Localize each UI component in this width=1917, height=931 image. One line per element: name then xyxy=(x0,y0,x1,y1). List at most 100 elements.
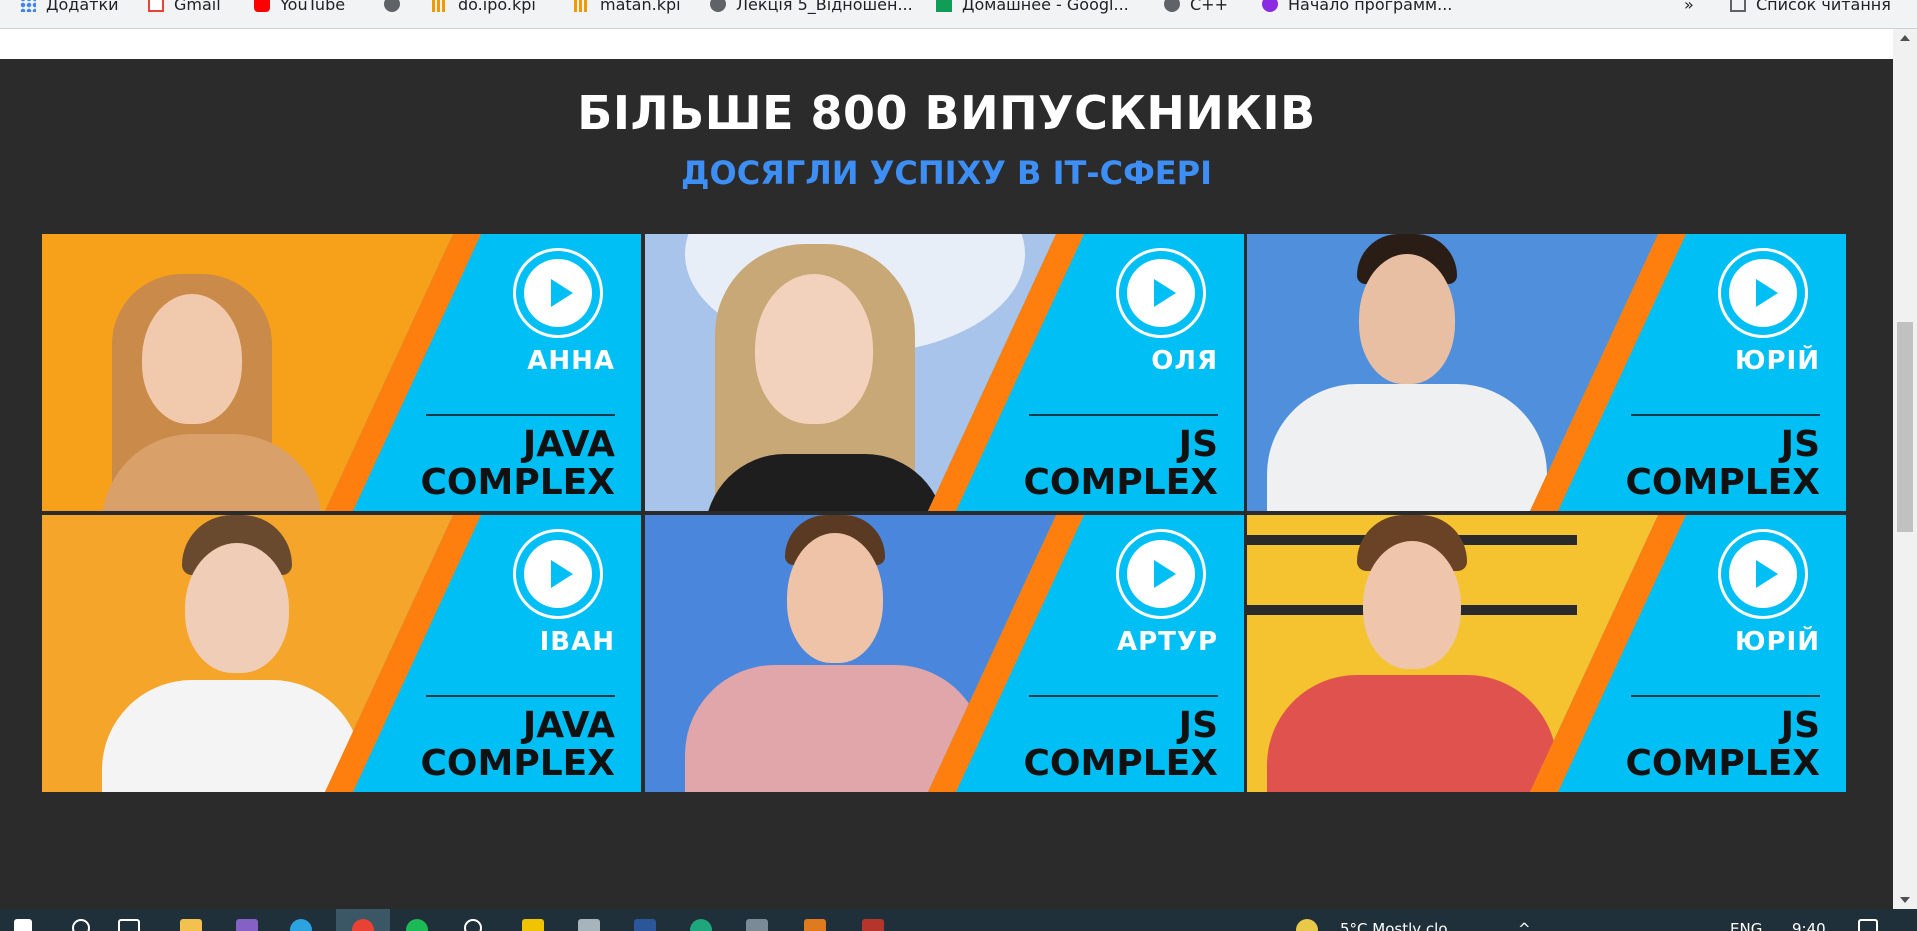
purple-circle-icon xyxy=(1262,0,1278,12)
course-line-1: JS xyxy=(1780,424,1820,465)
search-icon[interactable] xyxy=(72,919,90,931)
course-line-2: COMPLEX xyxy=(1023,743,1218,784)
divider-line xyxy=(426,695,615,697)
play-icon xyxy=(1756,560,1778,588)
notes-icon[interactable] xyxy=(522,919,544,931)
youtube-icon xyxy=(254,0,270,12)
graduate-course: JAVA COMPLEX xyxy=(420,426,615,502)
play-video-button[interactable] xyxy=(1718,248,1808,338)
face xyxy=(755,274,873,424)
windows-taskbar: 5°C Mostly clo ^ ENG 9:40 xyxy=(0,909,1917,931)
language-indicator[interactable]: ENG xyxy=(1730,920,1762,931)
scroll-down-arrow-icon[interactable] xyxy=(1900,897,1910,903)
globe-icon xyxy=(384,0,400,12)
bookmarks-bar: Додатки Gmail YouTube do.ipo.kpi matan.k… xyxy=(0,0,1917,29)
word-icon[interactable] xyxy=(634,919,656,931)
graduate-course: JAVA COMPLEX xyxy=(420,707,615,783)
play-video-button[interactable] xyxy=(513,529,603,619)
course-line-2: COMPLEX xyxy=(420,462,615,503)
bookmark-lecture[interactable]: Лекція 5_Відношен... xyxy=(710,0,913,16)
apps-grid-icon xyxy=(20,0,36,12)
course-line-1: JS xyxy=(1178,424,1218,465)
bookmark-label: matan.kpi xyxy=(600,0,681,14)
scrollbar-thumb[interactable] xyxy=(1897,322,1913,532)
torso xyxy=(1267,384,1547,511)
play-video-button[interactable] xyxy=(1116,248,1206,338)
bookmark-label: C++ xyxy=(1190,0,1228,14)
vertical-scrollbar[interactable] xyxy=(1893,29,1917,909)
bookmark-matan-kpi[interactable]: matan.kpi xyxy=(574,0,681,16)
divider-line xyxy=(426,414,615,416)
tray-chevron-icon[interactable]: ^ xyxy=(1518,920,1531,931)
play-icon xyxy=(1154,279,1176,307)
bookmark-label: Лекція 5_Відношен... xyxy=(736,0,913,14)
graduate-course: JS COMPLEX xyxy=(1625,426,1820,502)
play-video-button[interactable] xyxy=(513,248,603,338)
weather-text[interactable]: 5°C Mostly clo xyxy=(1340,920,1448,931)
play-video-button[interactable] xyxy=(1116,529,1206,619)
graduate-card[interactable]: АРТУР JS COMPLEX xyxy=(645,515,1244,792)
graduate-name: ОЛЯ xyxy=(1151,346,1218,376)
windows-start-icon[interactable] xyxy=(14,919,32,931)
course-line-2: COMPLEX xyxy=(1023,462,1218,503)
bookmark-cpp[interactable]: C++ xyxy=(1164,0,1228,16)
telegram-icon[interactable] xyxy=(290,919,312,931)
app-m-icon[interactable] xyxy=(746,919,768,931)
section-title: БІЛЬШЕ 800 ВИПУСКНИКІВ xyxy=(577,86,1316,140)
edge-icon[interactable] xyxy=(690,919,712,931)
reading-list-button[interactable]: Список читання xyxy=(1730,0,1891,16)
graduate-name: АРТУР xyxy=(1116,627,1218,657)
gmail-icon xyxy=(148,0,164,12)
bookmark-youtube[interactable]: YouTube xyxy=(254,0,345,16)
graduate-card[interactable]: ЮРІЙ JS COMPLEX xyxy=(1247,515,1846,792)
bookmark-do-ipo-kpi[interactable]: do.ipo.kpi xyxy=(432,0,536,16)
play-icon xyxy=(1756,279,1778,307)
face xyxy=(787,533,883,663)
bookmark-label: YouTube xyxy=(280,0,346,14)
app-icon[interactable] xyxy=(578,919,600,931)
course-line-1: JS xyxy=(1780,705,1820,746)
course-line-1: JAVA xyxy=(522,424,615,465)
bookmark-label: do.ipo.kpi xyxy=(458,0,536,14)
divider-line xyxy=(1029,414,1218,416)
graduates-grid: АННА JAVA COMPLEX ОЛЯ JS COMPLEX ЮРІЙ JS… xyxy=(42,234,1846,794)
winrar-icon[interactable] xyxy=(862,919,884,931)
bookmark-apps[interactable]: Додатки xyxy=(20,0,119,16)
face xyxy=(1363,541,1461,669)
settings-gear-icon[interactable] xyxy=(464,919,482,931)
course-line-1: JAVA xyxy=(522,705,615,746)
bookmark-programming[interactable]: Начало программ... xyxy=(1262,0,1452,16)
graduate-course: JS COMPLEX xyxy=(1023,707,1218,783)
graduate-card[interactable]: АННА JAVA COMPLEX xyxy=(42,234,641,511)
play-icon xyxy=(551,279,573,307)
file-explorer-icon[interactable] xyxy=(180,919,202,931)
visual-studio-icon[interactable] xyxy=(236,919,258,931)
graduate-card[interactable]: ІВАН JAVA COMPLEX xyxy=(42,515,641,792)
overflow-chevron: » xyxy=(1684,0,1694,14)
cpp-icon xyxy=(1164,0,1180,12)
face xyxy=(1359,254,1455,384)
play-video-button[interactable] xyxy=(1718,529,1808,619)
bookmark-gmail[interactable]: Gmail xyxy=(148,0,221,16)
course-line-2: COMPLEX xyxy=(1625,743,1820,784)
graduate-card[interactable]: ОЛЯ JS COMPLEX xyxy=(645,234,1244,511)
torso xyxy=(102,680,362,792)
spotify-icon[interactable] xyxy=(406,919,428,931)
bookmark-label: Начало программ... xyxy=(1288,0,1453,14)
sublime-icon[interactable] xyxy=(804,919,826,931)
task-view-icon[interactable] xyxy=(118,919,140,931)
bookmark-homework-sheets[interactable]: Домашнее - Googl... xyxy=(936,0,1129,16)
moodle-icon xyxy=(432,0,448,12)
bookmarks-overflow-button[interactable]: » xyxy=(1684,0,1694,16)
reading-list-icon xyxy=(1730,0,1746,12)
play-icon xyxy=(551,560,573,588)
graduate-card[interactable]: ЮРІЙ JS COMPLEX xyxy=(1247,234,1846,511)
clock[interactable]: 9:40 xyxy=(1792,920,1826,931)
scroll-up-arrow-icon[interactable] xyxy=(1900,35,1910,41)
notifications-icon[interactable] xyxy=(1858,919,1878,931)
graduate-name: АННА xyxy=(527,346,615,376)
weather-icon[interactable] xyxy=(1296,919,1318,931)
reading-list-label: Список читання xyxy=(1756,0,1891,14)
divider-line xyxy=(1631,695,1820,697)
bookmark-globe[interactable] xyxy=(384,0,410,16)
